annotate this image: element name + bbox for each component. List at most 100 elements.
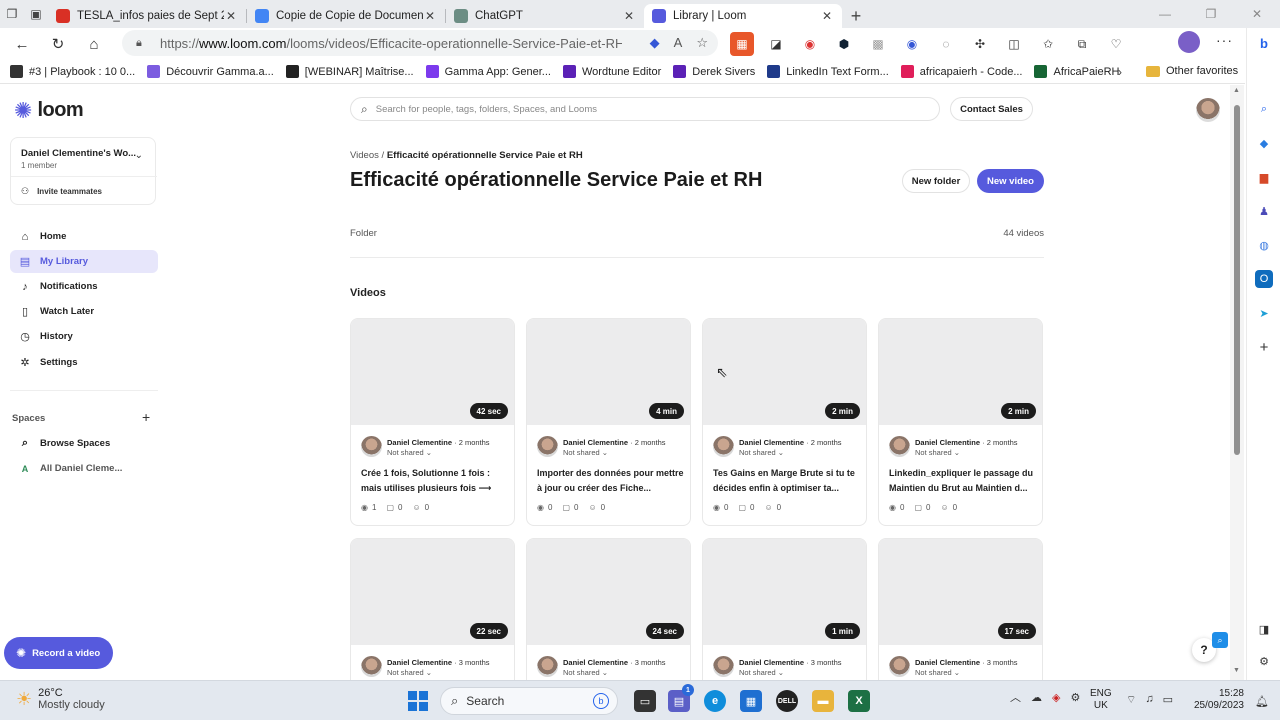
task-view-icon[interactable]: ▭ [634,690,656,712]
scroll-up-icon[interactable]: ▲ [1233,87,1240,94]
refresh-button[interactable]: ↻ [40,30,76,58]
other-favorites-folder[interactable]: Other favorites [1146,65,1238,77]
excel-icon[interactable]: X [848,690,870,712]
bing-chat-icon[interactable]: b [1255,34,1273,52]
sidebar-item-home[interactable]: ⌂ Home [10,225,158,248]
back-button[interactable]: ← [4,30,40,58]
record-video-button[interactable]: ✺ Record a video [4,637,113,669]
close-window-button[interactable]: ✕ [1234,0,1280,28]
workspace-name[interactable]: Daniel Clementine's Wo... [21,148,136,159]
weather-widget[interactable]: ☀ 26°C Mostly cloudy [16,687,105,711]
video-title[interactable]: Tes Gains en Marge Brute si tu te décide… [713,466,861,496]
sidebar-item-notifications[interactable]: ♪ Notifications [10,275,158,298]
browse-spaces-item[interactable]: ⌕ Browse Spaces [10,432,158,455]
collections-icon[interactable]: ⧉ [1070,32,1094,56]
taskbar-clock[interactable]: 15:28 25/09/2023 [1190,688,1244,712]
extension-2-icon[interactable]: ◪ [764,32,788,56]
video-card[interactable]: 2 min Daniel Clementine · 2 months Not sha… [878,318,1043,526]
tray-cloud-icon[interactable]: ☁ [1031,691,1042,704]
tray-overflow-icon[interactable]: ︿ [1010,689,1021,705]
minimize-button[interactable]: — [1142,0,1188,28]
new-tab-button[interactable]: + [842,4,870,28]
browser-tab-1[interactable]: TESLA_infos paies de Sept 2023✕ [48,4,246,28]
user-avatar[interactable] [1196,98,1220,122]
share-status-dropdown[interactable]: Not shared ⌄ [387,668,432,677]
sidebar-games-icon[interactable]: ♟ [1255,202,1273,220]
close-tab-icon[interactable]: ✕ [820,9,834,23]
sidebar-item-watch-later[interactable]: ▯ Watch Later [10,300,158,323]
extension-4-icon[interactable]: ⬢ [832,32,856,56]
share-status-dropdown[interactable]: Not shared ⌄ [739,448,784,457]
bookmarks-overflow-icon[interactable]: › [1118,65,1122,79]
extensions-puzzle-icon[interactable]: ✣ [968,32,992,56]
sidebar-tools-icon[interactable]: ▆ [1255,168,1273,186]
share-status-dropdown[interactable]: Not shared ⌄ [563,668,608,677]
tray-gear-icon[interactable]: ⚙ [1070,691,1080,704]
bookmark-item[interactable]: Derek Sivers [673,65,755,78]
new-folder-button[interactable]: New folder [902,169,970,193]
split-screen-icon[interactable]: ◫ [1002,32,1026,56]
tag-extension-icon[interactable]: ◆ [650,35,660,51]
sidebar-outlook-icon[interactable]: O [1255,270,1273,288]
extension-5-icon[interactable]: ▩ [866,32,890,56]
teams-chat-icon[interactable]: ▤ 1 [668,684,694,712]
windows-start-icon[interactable] [408,691,428,711]
sidebar-send-icon[interactable]: ➤ [1255,304,1273,322]
page-scrollbar[interactable]: ▲ ▼ [1230,85,1244,680]
bookmark-item[interactable]: #3 | Playbook : 10 0... [10,65,135,78]
scroll-down-icon[interactable]: ▼ [1233,667,1240,674]
browser-tab-2[interactable]: Copie de Copie de Document sa✕ [247,4,445,28]
extension-1-icon[interactable]: ▦ [730,32,754,56]
browser-tab-3[interactable]: ChatGPT ✕ [446,4,644,28]
share-status-dropdown[interactable]: Not shared ⌄ [915,448,960,457]
dell-icon[interactable]: DELL [776,690,798,712]
bookmark-item[interactable]: AfricaPaieRH [1034,65,1120,78]
extension-3-icon[interactable]: ◉ [798,32,822,56]
close-tab-icon[interactable]: ✕ [622,9,636,23]
bookmark-item[interactable]: africapaierh - Code... [900,65,1022,78]
bookmark-item[interactable]: Wordtune Editor [562,65,661,78]
sidebar-add-icon[interactable]: + [1255,338,1273,356]
url-input[interactable]: 🔒︎ https://www.loom.com/looms/videos/Eff… [122,30,718,56]
breadcrumb-videos-link[interactable]: Videos [350,150,379,161]
extension-6-icon[interactable]: ◉ [900,32,924,56]
new-video-button[interactable]: New video [977,169,1044,193]
add-space-icon[interactable]: + [142,409,150,425]
profile-avatar[interactable] [1178,31,1200,53]
extension-7-icon[interactable]: ◌ [934,32,958,56]
sidebar-settings-icon[interactable]: ⚙ [1255,652,1273,670]
browser-tab-4[interactable]: Library | Loom ✕ [644,4,842,28]
taskbar-search[interactable]: ⌕ Search b [440,687,618,715]
video-card[interactable]: 4 min Daniel Clementine · 2 months Not sha… [526,318,691,526]
store-icon[interactable]: ▦ [740,690,762,712]
bookmark-item[interactable]: Gamma App: Gener... [425,65,551,78]
video-title[interactable]: Importer des données pour mettre à jour … [537,466,685,496]
search-input[interactable]: ⌕ Search for people, tags, folders, Spac… [350,97,940,121]
video-title[interactable]: Crée 1 fois, Solutionne 1 fois : mais ut… [361,466,509,496]
sidebar-layout-icon[interactable]: ◨ [1255,620,1273,638]
bookmark-item[interactable]: Découvrir Gamma.a... [147,65,274,78]
read-aloud-icon[interactable]: A [674,35,683,51]
tray-app-icon[interactable]: ◈ [1052,691,1060,704]
share-status-dropdown[interactable]: Not shared ⌄ [739,668,784,677]
invite-teammates-button[interactable]: ⚇ Invite teammates [21,186,102,197]
heart-extension-icon[interactable]: ♡ [1104,32,1128,56]
zoom-search-icon[interactable]: ⌕ [1212,632,1228,648]
chevron-down-icon[interactable]: ⌄ [135,150,143,161]
scrollbar-thumb[interactable] [1234,105,1240,455]
edge-browser-icon[interactable]: e [704,690,726,712]
home-button[interactable]: ⌂ [76,30,112,58]
all-space-item[interactable]: A All Daniel Cleme... [10,457,158,480]
video-card[interactable]: 42 sec Daniel Clementine · 2 months Not sh… [350,318,515,526]
sidebar-item-history[interactable]: ◷ History [10,325,158,348]
sidebar-search-icon[interactable]: ⌕ [1255,100,1273,118]
loom-logo[interactable]: ✺ loom [14,99,84,122]
video-title[interactable]: Linkedin_expliquer le passage du Maintie… [889,466,1037,496]
share-status-dropdown[interactable]: Not shared ⌄ [563,448,608,457]
sidebar-item-my-library[interactable]: ▤ My Library [10,250,158,273]
contact-sales-button[interactable]: Contact Sales [950,97,1033,121]
bookmark-item[interactable]: [WEBINAR] Maîtrise... [285,65,414,78]
sidebar-office-icon[interactable]: ◍ [1255,236,1273,254]
sidebar-tag-icon[interactable]: ◆ [1255,134,1273,152]
tab-actions-icon[interactable]: ▣ [24,0,48,28]
